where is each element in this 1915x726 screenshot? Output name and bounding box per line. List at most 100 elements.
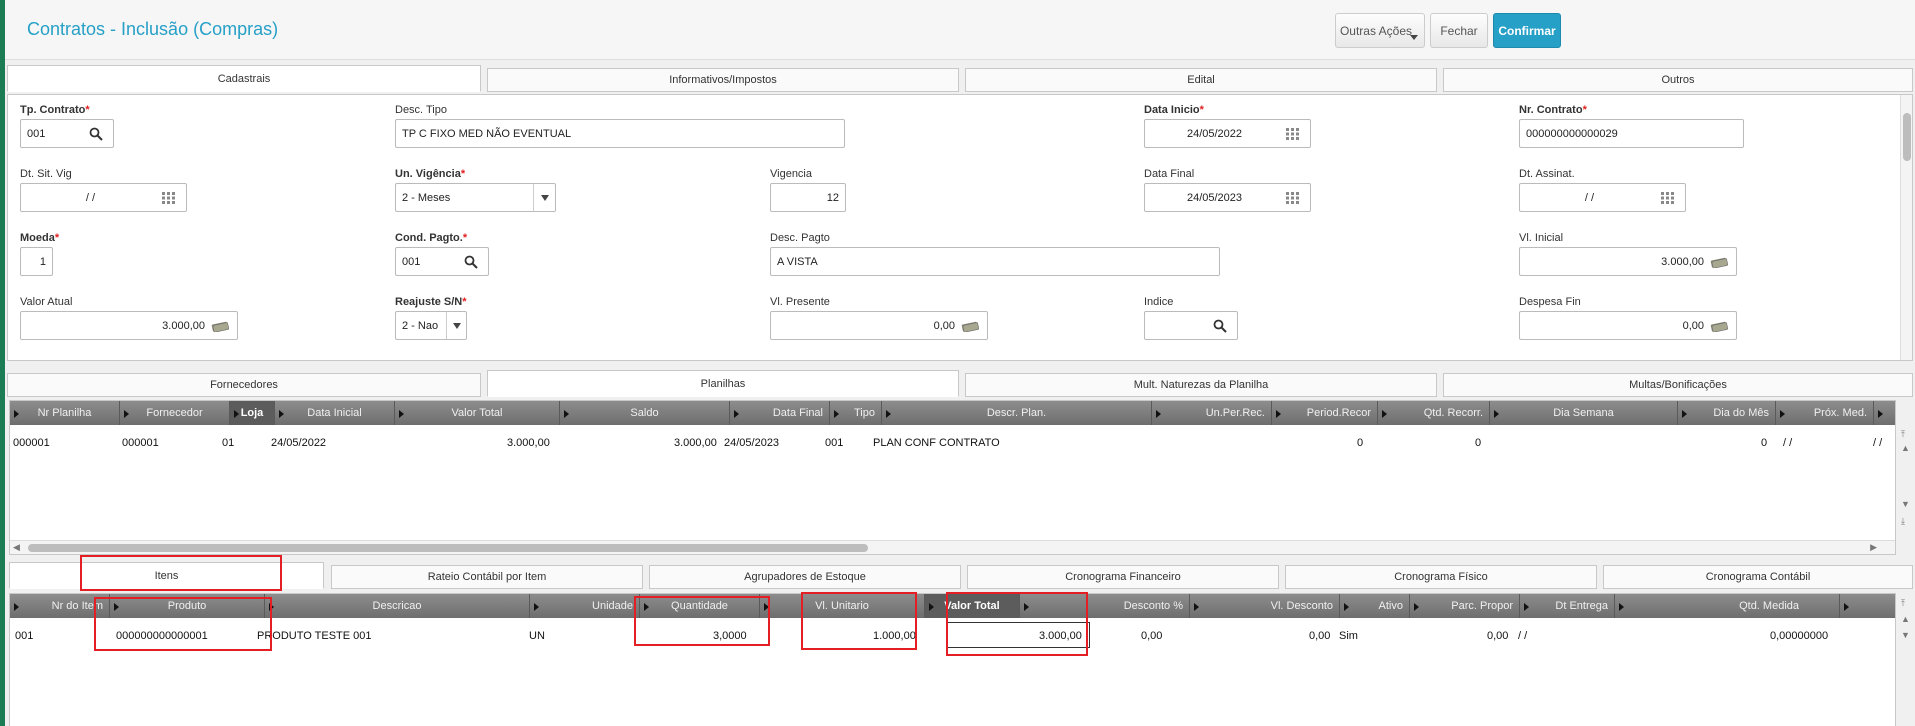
tab-cadastrais[interactable]: Cadastrais xyxy=(7,65,481,92)
scroll-top-icon[interactable]: ⤒ xyxy=(1901,429,1905,440)
col-more[interactable] xyxy=(1840,594,1897,618)
money-icon[interactable] xyxy=(1708,317,1730,335)
col-descr-plan[interactable]: Descr. Plan. xyxy=(882,401,1152,425)
tab-edital[interactable]: Edital xyxy=(965,68,1437,92)
tab-outros[interactable]: Outros xyxy=(1443,68,1913,92)
planilhas-hscroll[interactable]: ◀ ▶ xyxy=(10,540,1895,554)
col-loja[interactable]: Loja xyxy=(230,401,275,425)
tab-cronograma-contabil[interactable]: Cronograma Contábil xyxy=(1603,565,1913,589)
chevron-down-icon[interactable] xyxy=(446,312,466,339)
indice-field[interactable] xyxy=(1144,311,1238,340)
col-data-final[interactable]: Data Final xyxy=(730,401,830,425)
scroll-up-icon[interactable]: ▲ xyxy=(1901,614,1910,624)
data-inicio-label-text: Data Inicio xyxy=(1144,104,1200,116)
money-icon[interactable] xyxy=(1708,253,1730,271)
vl-inicial-field[interactable]: 3.000,00 xyxy=(1519,247,1737,276)
col-prox-med[interactable]: Próx. Med. xyxy=(1776,401,1874,425)
reajuste-select[interactable]: 2 - Nao xyxy=(395,311,467,340)
tab-cronograma-financeiro[interactable]: Cronograma Financeiro xyxy=(967,565,1279,589)
moeda-field[interactable]: 1 xyxy=(20,247,53,276)
scroll-left-icon[interactable]: ◀ xyxy=(13,542,20,553)
col-qtd-recorr[interactable]: Qtd. Recorr. xyxy=(1378,401,1490,425)
search-icon[interactable] xyxy=(460,253,482,271)
col-label: Parc. Propor xyxy=(1451,600,1513,612)
search-icon[interactable] xyxy=(1209,317,1231,335)
confirm-button[interactable]: Confirmar xyxy=(1493,13,1561,48)
tab-cronograma-fisico[interactable]: Cronograma Físico xyxy=(1285,565,1597,589)
col-label: Descr. Plan. xyxy=(986,407,1047,419)
col-nr-planilha[interactable]: Nr Planilha xyxy=(10,401,120,425)
col-parc-propor[interactable]: Parc. Propor xyxy=(1410,594,1520,618)
data-inicio-field[interactable]: 24/05/2022 xyxy=(1144,119,1311,148)
calendar-icon[interactable] xyxy=(158,189,180,207)
tab-fornecedores[interactable]: Fornecedores xyxy=(7,373,481,397)
tab-rateio[interactable]: Rateio Contábil por Item xyxy=(331,565,643,589)
calendar-icon[interactable] xyxy=(1657,189,1679,207)
cond-pagto-field[interactable]: 001 xyxy=(395,247,489,276)
calendar-icon[interactable] xyxy=(1282,125,1304,143)
scroll-bottom-icon[interactable]: ⤓ xyxy=(1901,516,1905,527)
more-actions-button[interactable]: Outras Ações xyxy=(1335,13,1425,48)
nr-contrato-label: Nr. Contrato* xyxy=(1519,104,1587,116)
tab-agrupadores[interactable]: Agrupadores de Estoque xyxy=(649,565,961,589)
money-icon[interactable] xyxy=(959,317,981,335)
col-fornecedor[interactable]: Fornecedor xyxy=(120,401,230,425)
desc-tipo-field[interactable]: TP C FIXO MED NÃO EVENTUAL xyxy=(395,119,845,148)
col-unidade[interactable]: Unidade xyxy=(530,594,640,618)
scrollbar-thumb[interactable] xyxy=(28,544,868,552)
tp-contrato-field[interactable]: 001 xyxy=(20,119,114,148)
calendar-icon[interactable] xyxy=(1282,189,1304,207)
col-descricao[interactable]: Descricao xyxy=(265,594,530,618)
col-dt-entrega[interactable]: Dt Entrega xyxy=(1520,594,1615,618)
money-icon[interactable] xyxy=(209,317,231,335)
indice-label: Indice xyxy=(1144,296,1174,308)
col-saldo[interactable]: Saldo xyxy=(560,401,730,425)
dt-sit-vig-field[interactable]: / / xyxy=(20,183,187,212)
despesa-fin-field[interactable]: 0,00 xyxy=(1519,311,1737,340)
tab-mult-naturezas[interactable]: Mult. Naturezas da Planilha xyxy=(965,373,1437,397)
col-valor-total[interactable]: Valor Total xyxy=(395,401,560,425)
tab-informativos[interactable]: Informativos/Impostos xyxy=(487,68,959,92)
close-button[interactable]: Fechar xyxy=(1430,13,1488,48)
dt-sit-vig-label: Dt. Sit. Vig xyxy=(20,168,72,180)
scroll-down-icon[interactable]: ▼ xyxy=(1901,630,1910,640)
annotation-highlight-valor-total xyxy=(946,592,1088,656)
scroll-down-icon[interactable]: ▼ xyxy=(1901,499,1910,509)
scroll-top-icon[interactable]: ⤒ xyxy=(1901,598,1905,609)
data-final-field[interactable]: 24/05/2023 xyxy=(1144,183,1311,212)
scroll-up-icon[interactable]: ▲ xyxy=(1901,443,1910,453)
tp-contrato-label: Tp. Contrato* xyxy=(20,104,90,116)
col-data-inicial[interactable]: Data Inicial xyxy=(275,401,395,425)
nr-contrato-field[interactable]: 000000000000029 xyxy=(1519,119,1744,148)
reajuste-label: Reajuste S/N* xyxy=(395,296,467,308)
col-dia-semana[interactable]: Dia Semana xyxy=(1490,401,1678,425)
col-label: Descricao xyxy=(372,600,422,612)
col-un-per-rec[interactable]: Un.Per.Rec. xyxy=(1152,401,1272,425)
scroll-right-icon[interactable]: ▶ xyxy=(1870,542,1877,553)
tab-planilhas[interactable]: Planilhas xyxy=(487,370,959,397)
desc-pagto-field[interactable]: A VISTA xyxy=(770,247,1220,276)
vigencia-field[interactable]: 12 xyxy=(770,183,846,212)
col-label: Fornecedor xyxy=(146,407,203,419)
col-dia-do-mes[interactable]: Dia do Mês xyxy=(1678,401,1776,425)
tab-multas[interactable]: Multas/Bonificações xyxy=(1443,373,1913,397)
col-label: Unidade xyxy=(592,600,633,612)
tp-contrato-value: 001 xyxy=(27,127,46,140)
valor-atual-field[interactable]: 3.000,00 xyxy=(20,311,238,340)
col-ativo[interactable]: Ativo xyxy=(1340,594,1410,618)
col-more[interactable] xyxy=(1874,401,1897,425)
data-final-value: 24/05/2023 xyxy=(1186,191,1243,204)
chevron-down-icon[interactable] xyxy=(533,184,555,211)
data-inicio-label: Data Inicio* xyxy=(1144,104,1204,116)
col-tipo[interactable]: Tipo xyxy=(830,401,882,425)
vl-presente-field[interactable]: 0,00 xyxy=(770,311,988,340)
col-vl-desconto[interactable]: Vl. Desconto xyxy=(1190,594,1340,618)
dt-assinat-field[interactable]: / / xyxy=(1519,183,1686,212)
cell: 0,00 xyxy=(1309,630,1331,642)
form-scrollbar[interactable] xyxy=(1900,95,1912,360)
col-qtd-medida[interactable]: Qtd. Medida xyxy=(1615,594,1840,618)
col-period-recor[interactable]: Period.Recor xyxy=(1272,401,1378,425)
un-vigencia-select[interactable]: 2 - Meses xyxy=(395,183,556,212)
scrollbar-thumb[interactable] xyxy=(1903,113,1911,161)
search-icon[interactable] xyxy=(85,125,107,143)
